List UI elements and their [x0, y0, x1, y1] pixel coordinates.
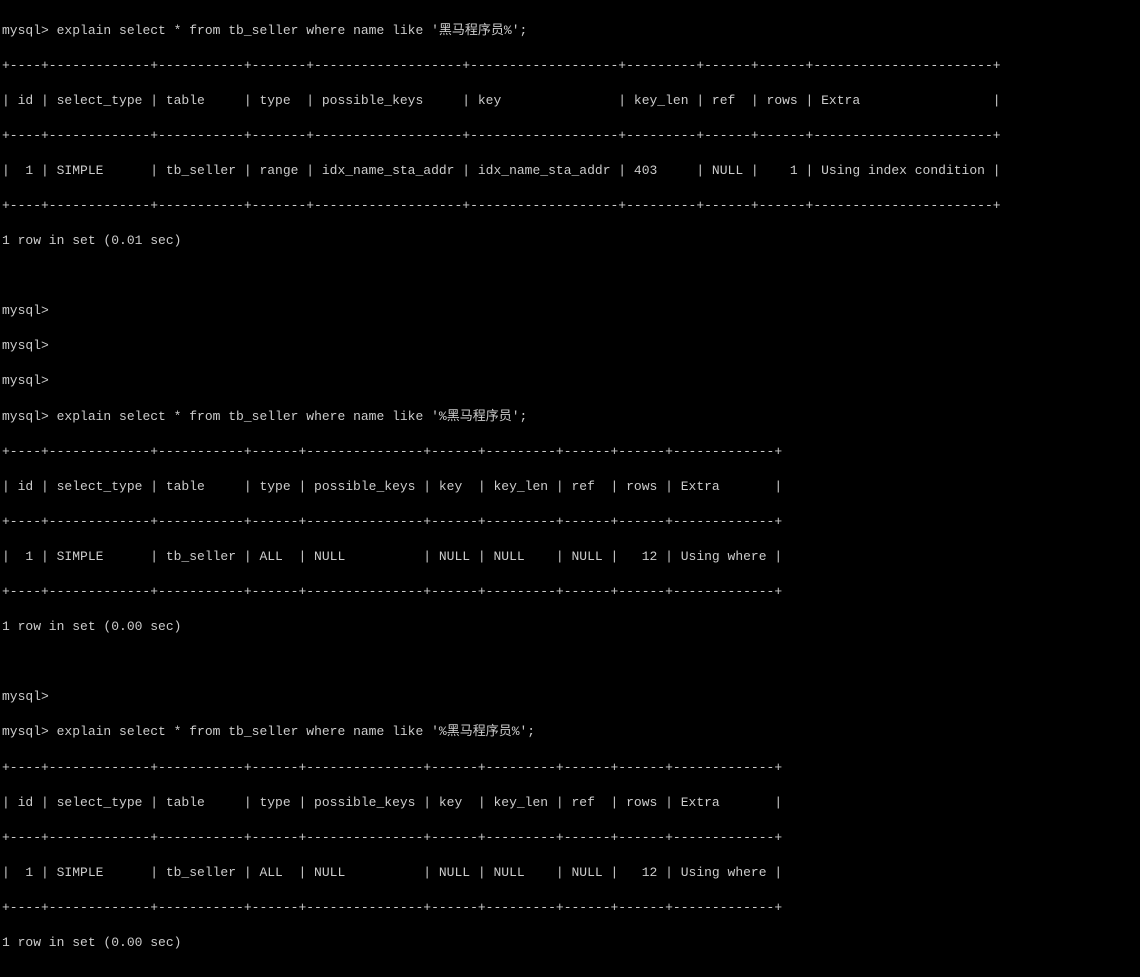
table-header: | id | select_type | table | type | poss…	[2, 478, 1138, 496]
table-border: +----+-------------+-----------+------+-…	[2, 829, 1138, 847]
table-header: | id | select_type | table | type | poss…	[2, 794, 1138, 812]
table-border: +----+-------------+-----------+-------+…	[2, 127, 1138, 145]
prompt-line[interactable]: mysql>	[2, 372, 1138, 390]
prompt-line[interactable]: mysql> explain select * from tb_seller w…	[2, 408, 1138, 426]
table-row: | 1 | SIMPLE | tb_seller | range | idx_n…	[2, 162, 1138, 180]
prompt-line[interactable]: mysql>	[2, 302, 1138, 320]
prompt: mysql>	[2, 724, 49, 739]
result-footer: 1 row in set (0.00 sec)	[2, 618, 1138, 636]
prompt: mysql>	[2, 23, 49, 38]
table-border: +----+-------------+-----------+------+-…	[2, 583, 1138, 601]
query-text: explain select * from tb_seller where na…	[57, 724, 535, 739]
prompt: mysql>	[2, 409, 49, 424]
table-border: +----+-------------+-----------+------+-…	[2, 443, 1138, 461]
table-row: | 1 | SIMPLE | tb_seller | ALL | NULL | …	[2, 864, 1138, 882]
blank-line	[2, 653, 1138, 671]
result-footer: 1 row in set (0.01 sec)	[2, 232, 1138, 250]
blank-line	[2, 267, 1138, 285]
prompt-line[interactable]: mysql> explain select * from tb_seller w…	[2, 723, 1138, 741]
query-text: explain select * from tb_seller where na…	[57, 23, 528, 38]
table-border: +----+-------------+-----------+------+-…	[2, 899, 1138, 917]
table-border: +----+-------------+-----------+------+-…	[2, 513, 1138, 531]
query-text: explain select * from tb_seller where na…	[57, 409, 528, 424]
result-footer: 1 row in set (0.00 sec)	[2, 934, 1138, 952]
prompt-line[interactable]: mysql> explain select * from tb_seller w…	[2, 22, 1138, 40]
table-row: | 1 | SIMPLE | tb_seller | ALL | NULL | …	[2, 548, 1138, 566]
table-border: +----+-------------+-----------+-------+…	[2, 57, 1138, 75]
terminal-output: mysql> explain select * from tb_seller w…	[0, 0, 1140, 977]
table-border: +----+-------------+-----------+------+-…	[2, 759, 1138, 777]
table-header: | id | select_type | table | type | poss…	[2, 92, 1138, 110]
table-border: +----+-------------+-----------+-------+…	[2, 197, 1138, 215]
prompt-line[interactable]: mysql>	[2, 688, 1138, 706]
prompt-line[interactable]: mysql>	[2, 337, 1138, 355]
